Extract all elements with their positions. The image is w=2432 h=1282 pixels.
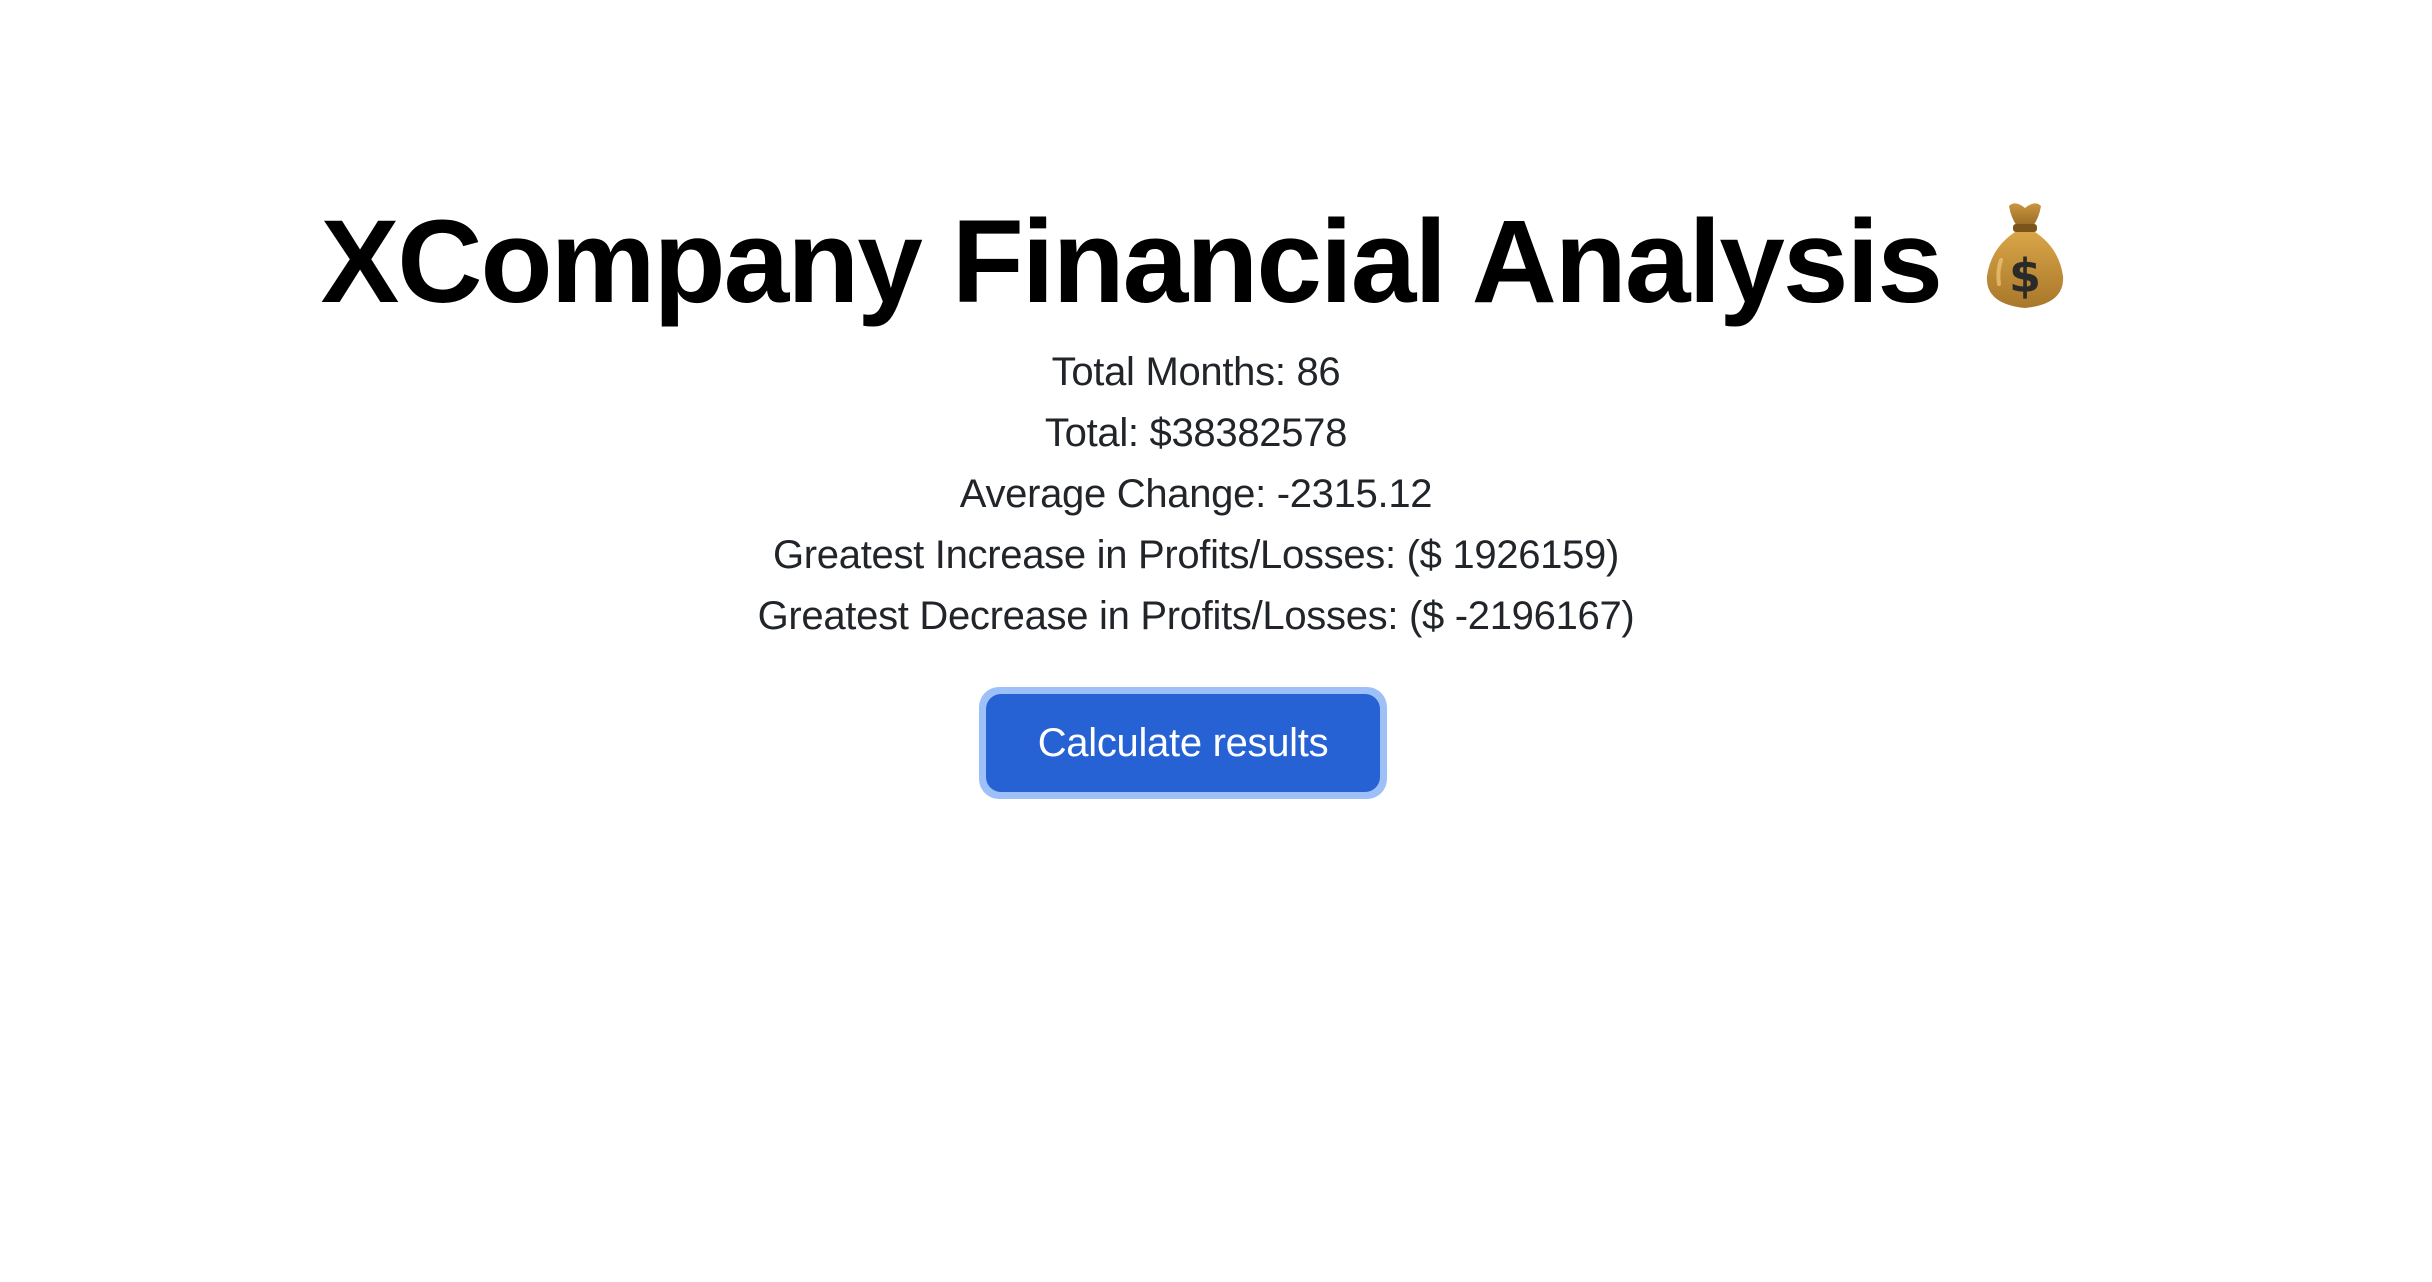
greatest-decrease-text: Greatest Decrease in Profits/Losses: ($ … (757, 594, 1635, 638)
average-change-text: Average Change: -2315.12 (959, 472, 1433, 516)
total-text: Total: $38382578 (1044, 411, 1348, 455)
svg-text:$: $ (2009, 249, 2041, 303)
greatest-increase-text: Greatest Increase in Profits/Losses: ($ … (772, 533, 1620, 577)
page: XCompany Financial Analysis $ Total Mont… (0, 0, 2432, 1282)
header: XCompany Financial Analysis $ (0, 196, 2392, 328)
money-bag-icon: $ (1979, 200, 2071, 312)
page-title: XCompany Financial Analysis (320, 196, 1943, 328)
calculate-button-focus-ring: Calculate results (979, 687, 1387, 799)
calculate-results-button[interactable]: Calculate results (986, 694, 1380, 792)
total-months-text: Total Months: 86 (1051, 350, 1341, 394)
stats-panel: Total Months: 86 Total: $38382578 Averag… (0, 342, 2392, 647)
